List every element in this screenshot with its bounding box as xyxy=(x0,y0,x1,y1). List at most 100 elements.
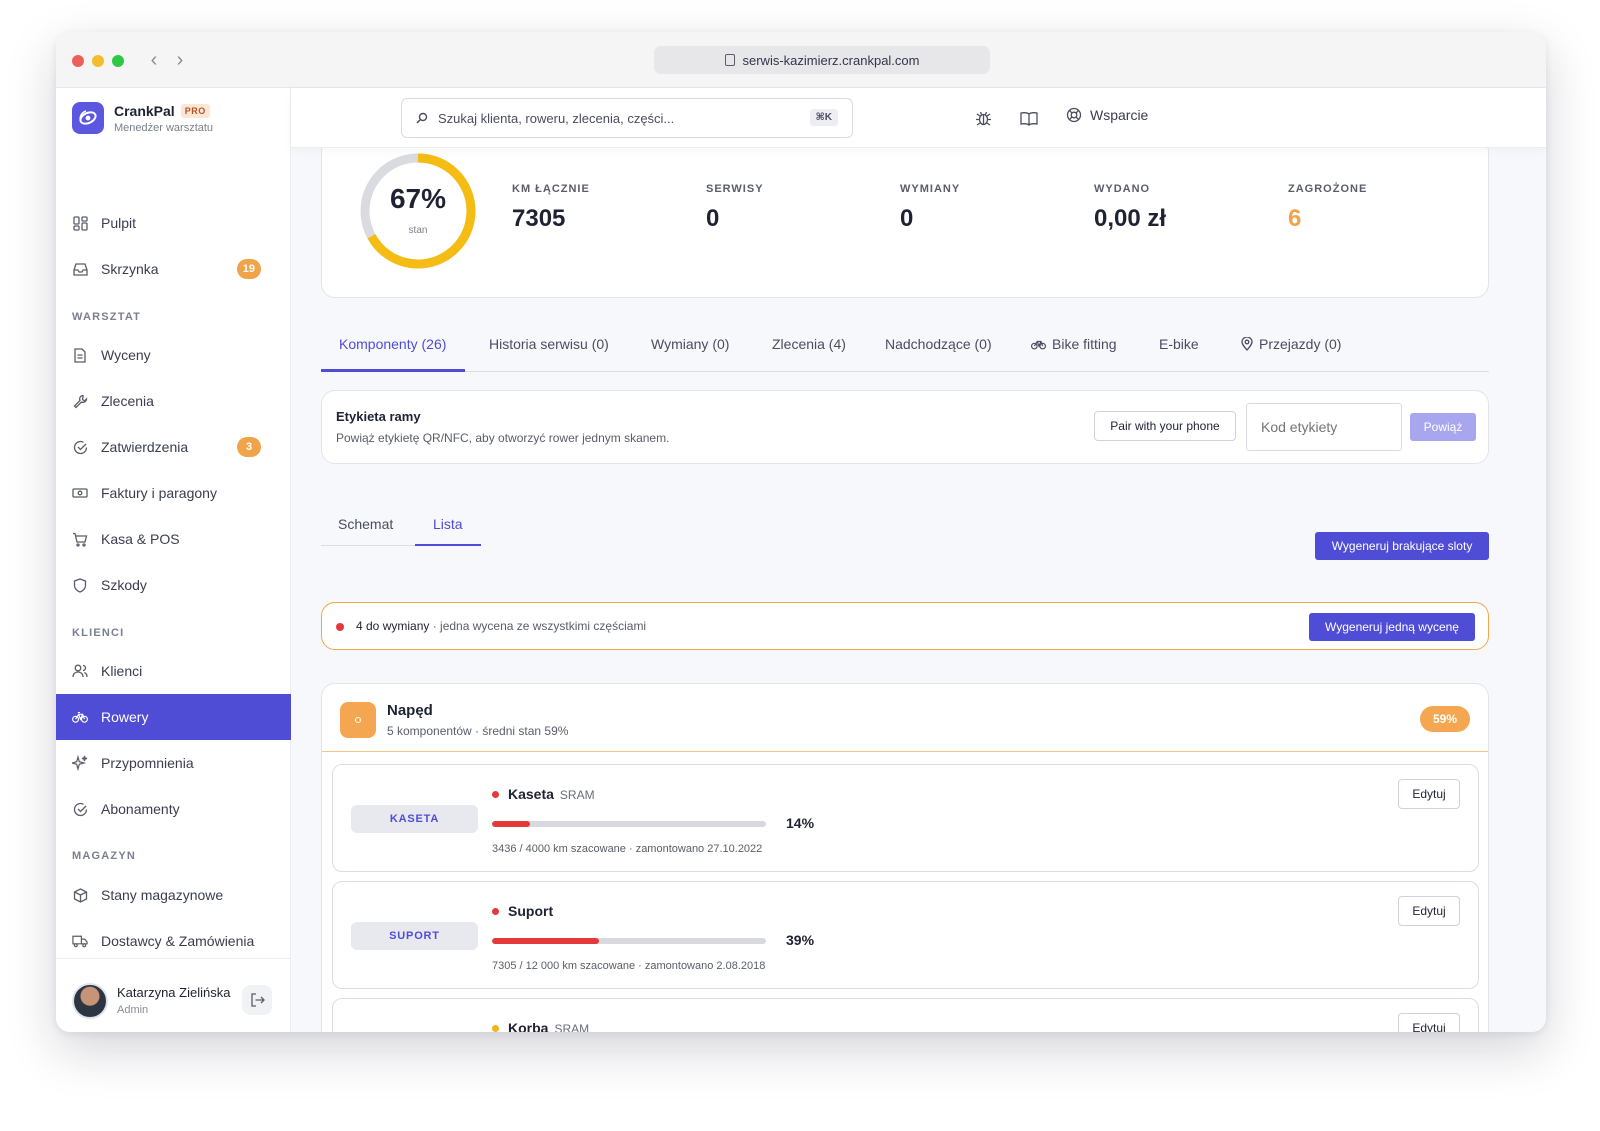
sidebar-item-pulpit[interactable]: Pulpit xyxy=(56,200,291,246)
edit-component-button[interactable]: Edytuj xyxy=(1398,1013,1460,1032)
maximize-window-button[interactable] xyxy=(112,55,124,67)
sidebar-item-zlecenia[interactable]: Zlecenia xyxy=(56,378,291,424)
user-name: Katarzyna Zielińska xyxy=(117,985,231,1000)
banknote-icon xyxy=(72,485,88,501)
sidebar-item-label: Kasa & POS xyxy=(101,531,180,547)
brand-name: CrankPal xyxy=(114,102,175,119)
alert-count: 4 do wymiany xyxy=(356,619,430,633)
sidebar-item-przypomnienia[interactable]: Przypomnienia xyxy=(56,740,291,786)
wear-progress-bar xyxy=(492,821,766,827)
tab-zlecenia[interactable]: Zlecenia (4) xyxy=(772,316,846,372)
tab-label: Nadchodzące (0) xyxy=(885,336,992,352)
edit-component-button[interactable]: Edytuj xyxy=(1398,779,1460,809)
tab-przejazdy[interactable]: Przejazdy (0) xyxy=(1241,316,1341,372)
sidebar-item-label: Skrzynka xyxy=(101,261,159,277)
document-icon xyxy=(72,347,88,363)
sidebar-item-rowery[interactable]: Rowery xyxy=(56,694,291,740)
component-group-naped: Napęd 5 komponentów · średni stan 59% 59… xyxy=(321,683,1489,1032)
minimize-window-button[interactable] xyxy=(92,55,104,67)
close-window-button[interactable] xyxy=(72,55,84,67)
sidebar-item-skrzynka[interactable]: Skrzynka 19 xyxy=(56,246,291,292)
tab-schemat[interactable]: Schemat xyxy=(338,516,393,532)
tab-nadchodzace[interactable]: Nadchodzące (0) xyxy=(885,316,992,372)
sidebar-item-label: Zlecenia xyxy=(101,393,154,409)
logout-button[interactable] xyxy=(242,985,272,1015)
bug-report-button[interactable] xyxy=(973,108,993,128)
generate-slots-button[interactable]: Wygeneruj brakujące sloty xyxy=(1315,532,1489,560)
support-link[interactable]: Wsparcie xyxy=(1066,107,1148,123)
stat-value: 0 xyxy=(900,205,914,232)
stat-label: WYDANO xyxy=(1094,183,1151,195)
search-shortcut-badge: ⌘K xyxy=(809,109,838,126)
section-magazyn: MAGAZYN xyxy=(72,850,137,862)
sidebar-item-faktury[interactable]: Faktury i paragony xyxy=(56,470,291,516)
inbox-icon xyxy=(72,261,88,277)
search-input[interactable]: Szukaj klienta, roweru, zlecenia, części… xyxy=(401,98,853,138)
bike-tabs: Komponenty (26) Historia serwisu (0) Wym… xyxy=(321,316,1489,372)
view-toggle: Schemat Lista xyxy=(321,506,481,546)
stat-wymiany: WYMIANY 0 xyxy=(900,183,960,233)
group-header[interactable]: Napęd 5 komponentów · średni stan 59% 59… xyxy=(322,684,1488,752)
sidebar-item-szkody[interactable]: Szkody xyxy=(56,562,291,608)
sidebar-item-kasa[interactable]: Kasa & POS xyxy=(56,516,291,562)
top-header: Szukaj klienta, roweru, zlecenia, części… xyxy=(291,88,1546,148)
component-brand: SRAM xyxy=(554,1022,590,1032)
alert-text: 4 do wymiany · jedna wycena ze wszystkim… xyxy=(356,619,646,633)
users-icon xyxy=(72,663,88,679)
brand[interactable]: CrankPal PRO Menedżer warsztatu xyxy=(72,102,213,134)
page-icon xyxy=(724,54,735,66)
sparkle-icon xyxy=(72,755,88,771)
generate-quote-button[interactable]: Wygeneruj jedną wycenę xyxy=(1309,613,1475,641)
sidebar-item-zatwierdzenia[interactable]: Zatwierdzenia 3 xyxy=(56,424,291,470)
avatar[interactable] xyxy=(72,983,108,1019)
inbox-count-badge: 19 xyxy=(236,259,261,279)
pair-phone-button[interactable]: Pair with your phone xyxy=(1094,411,1236,441)
sidebar-item-label: Zatwierdzenia xyxy=(101,439,189,455)
shield-icon xyxy=(72,577,88,593)
sidebar-item-label: Stany magazynowe xyxy=(101,887,224,903)
tab-lista[interactable]: Lista xyxy=(433,516,463,532)
component-row: SUPORT Suport 39% 7305 / 12 000 km szaco… xyxy=(332,881,1479,989)
stat-label: ZAGROŻONE xyxy=(1288,183,1368,195)
sidebar-item-wyceny[interactable]: Wyceny xyxy=(56,332,291,378)
sidebar-item-stany[interactable]: Stany magazynowe xyxy=(56,872,291,918)
address-bar[interactable]: serwis-kazimierz.crankpal.com xyxy=(654,46,990,74)
active-tab-indicator xyxy=(321,369,465,372)
stat-zagrozone: ZAGROŻONE 6 xyxy=(1288,183,1367,233)
box-icon xyxy=(72,887,88,903)
bike-icon xyxy=(1031,340,1046,350)
component-name: Korba xyxy=(508,1020,549,1032)
tab-wymiany[interactable]: Wymiany (0) xyxy=(651,316,729,372)
link-label-button[interactable]: Powiąż xyxy=(1410,413,1476,441)
sidebar: CrankPal PRO Menedżer warsztatu Pulpit Sk… xyxy=(56,88,291,1032)
tab-bike-fitting[interactable]: Bike fitting xyxy=(1031,316,1117,372)
back-arrow-icon[interactable]: ‹ xyxy=(144,46,164,74)
wear-progress-fill xyxy=(492,938,599,944)
group-title: Napęd xyxy=(387,702,433,719)
wrench-icon xyxy=(72,393,88,409)
sidebar-item-klienci[interactable]: Klienci xyxy=(56,648,291,694)
docs-button[interactable] xyxy=(1019,108,1039,128)
component-row: Korba SRAM Edytuj xyxy=(332,998,1479,1032)
drivetrain-icon xyxy=(340,702,376,738)
stat-serwisy: SERWISY 0 xyxy=(706,183,764,233)
approvals-count-badge: 3 xyxy=(237,437,261,457)
main-content: 67% stan KM ŁĄCZNIE 7305 SERWISY 0 WYMIA… xyxy=(291,148,1546,1032)
wear-percent: 14% xyxy=(786,815,815,831)
tab-historia[interactable]: Historia serwisu (0) xyxy=(489,316,609,372)
stat-value: 0 xyxy=(706,205,720,232)
tab-e-bike[interactable]: E-bike xyxy=(1159,316,1199,372)
component-meta: 7305 / 12 000 km szacowane · zamontowano… xyxy=(492,960,766,972)
sidebar-item-abonamenty[interactable]: Abonamenty xyxy=(56,786,291,832)
active-view-indicator xyxy=(415,544,481,546)
lifebuoy-icon xyxy=(1066,107,1082,123)
search-icon xyxy=(416,112,428,124)
health-value: 67% xyxy=(389,183,447,214)
frame-label-subtitle: Powiąż etykietę QR/NFC, aby otworzyć row… xyxy=(336,431,670,445)
tab-komponenty[interactable]: Komponenty (26) xyxy=(339,316,446,372)
component-meta: 3436 / 4000 km szacowane · zamontowano 2… xyxy=(492,843,763,855)
logout-icon xyxy=(250,993,265,1007)
edit-component-button[interactable]: Edytuj xyxy=(1398,896,1460,926)
label-code-input[interactable] xyxy=(1246,403,1402,451)
forward-arrow-icon[interactable]: › xyxy=(170,46,190,74)
